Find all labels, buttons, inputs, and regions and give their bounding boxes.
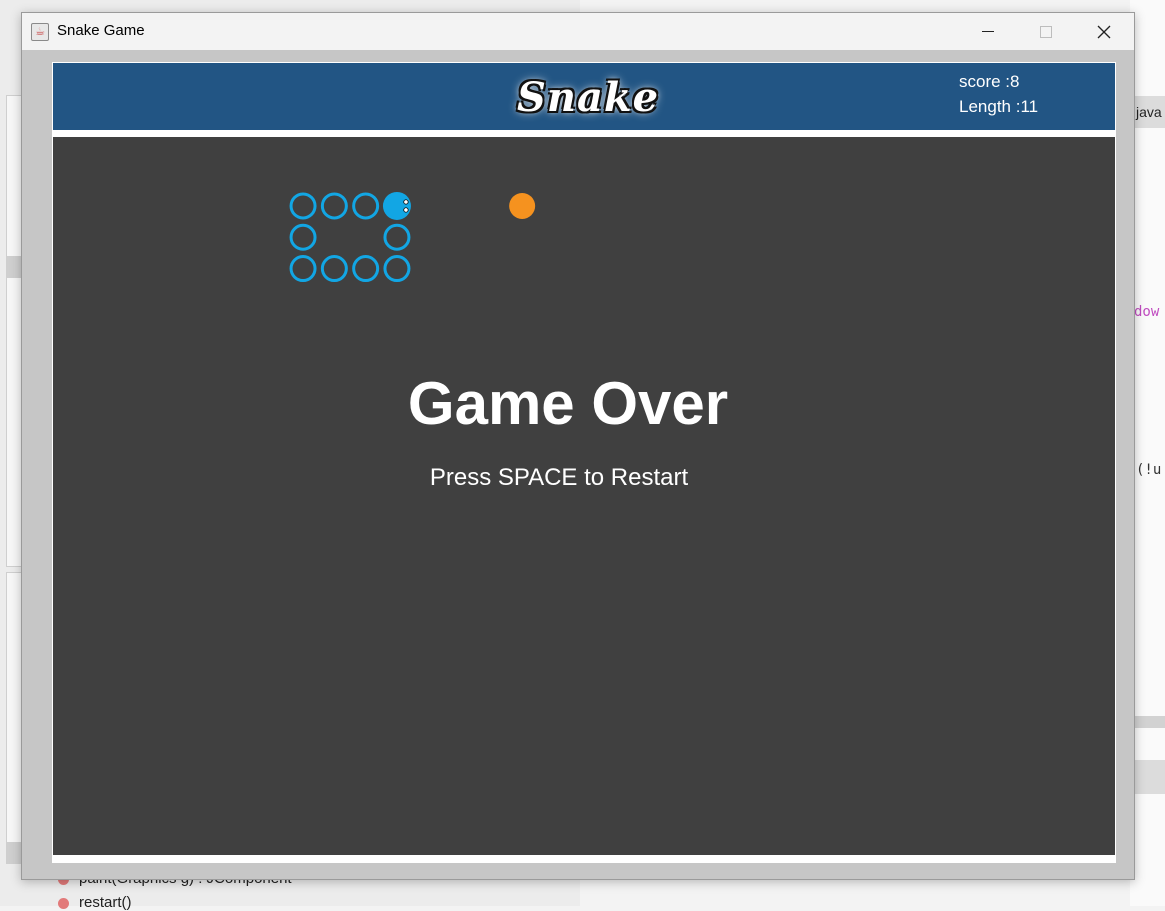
ide-outline-label: restart()	[79, 894, 132, 911]
snake-body-segment	[383, 223, 411, 251]
snake-body-segment	[352, 192, 380, 220]
minimize-button[interactable]	[959, 13, 1017, 50]
title-bar[interactable]: ☕ Snake Game	[22, 13, 1134, 50]
snake-body-segment	[289, 255, 317, 283]
close-icon	[1097, 25, 1111, 38]
snake-body-segment	[383, 255, 411, 283]
length-label: Length :11	[959, 97, 1039, 116]
ide-panel-header	[1130, 760, 1165, 794]
ide-code-fragment: (!u	[1136, 462, 1162, 478]
maximize-icon	[1040, 25, 1052, 38]
score-label: score :8	[959, 72, 1020, 91]
game-board: Game Over Press SPACE to Restart	[53, 137, 1115, 855]
java-app-icon: ☕	[31, 23, 49, 41]
ide-scrollbar[interactable]	[1130, 716, 1165, 728]
snake-body-segment	[352, 255, 380, 283]
snake-eye	[403, 207, 409, 213]
ide-left-selection	[6, 256, 22, 278]
game-over-title: Game Over	[407, 370, 729, 437]
snake-logo: Snake	[516, 74, 660, 121]
window-title: Snake Game	[57, 22, 145, 39]
ide-outline-item[interactable]: restart()	[58, 894, 132, 911]
snake-body-segment	[320, 255, 348, 283]
ide-editor-tab[interactable]: java	[1130, 96, 1165, 128]
ide-code-fragment: dow	[1134, 304, 1160, 320]
minimize-icon	[982, 31, 994, 32]
close-button[interactable]	[1075, 13, 1133, 50]
snake-body-segment	[289, 192, 317, 220]
ide-tab-label: java	[1136, 104, 1162, 120]
game-window: ☕ Snake Game Snake score :8 Length :11 G…	[21, 12, 1135, 880]
snake-eye	[403, 199, 409, 205]
ide-background-right: java dow (!u	[1130, 0, 1165, 906]
board-graphics	[289, 191, 536, 283]
snake-body-segment	[289, 223, 317, 251]
restart-hint: Press SPACE to Restart	[429, 464, 689, 491]
maximize-button[interactable]	[1017, 13, 1075, 50]
snake-head	[382, 191, 411, 220]
game-header: Snake score :8 Length :11	[53, 63, 1115, 130]
method-icon	[58, 897, 69, 909]
game-canvas[interactable]: Snake score :8 Length :11 Game Over Pres…	[52, 62, 1116, 863]
food-pellet	[509, 192, 536, 219]
snake-body-segment	[320, 192, 348, 220]
